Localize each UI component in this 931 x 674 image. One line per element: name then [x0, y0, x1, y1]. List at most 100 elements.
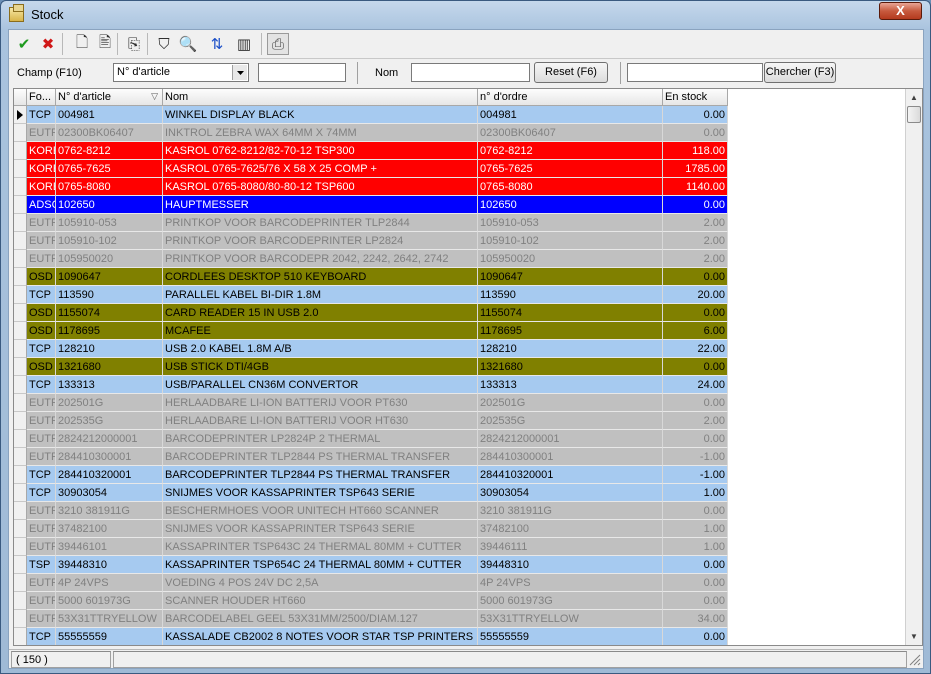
- confirm-button[interactable]: ✔: [13, 33, 35, 55]
- table-cell[interactable]: TCP: [27, 340, 56, 358]
- table-cell[interactable]: 0.00: [663, 628, 728, 645]
- table-cell[interactable]: 1.00: [663, 538, 728, 556]
- table-cell[interactable]: KASSAPRINTER TSP654C 24 THERMAL 80MM + C…: [163, 556, 478, 574]
- table-cell[interactable]: TSP: [27, 556, 56, 574]
- table-cell[interactable]: 0.00: [663, 430, 728, 448]
- row-indicator[interactable]: [14, 610, 27, 628]
- table-cell[interactable]: MCAFEE: [163, 322, 478, 340]
- table-cell[interactable]: USB/PARALLEL CN36M CONVERTOR: [163, 376, 478, 394]
- table-cell[interactable]: EUTR: [27, 430, 56, 448]
- vertical-scrollbar[interactable]: ▲ ▼: [905, 89, 922, 645]
- table-cell[interactable]: BARCODEPRINTER TLP2844 PS THERMAL TRANSF…: [163, 466, 478, 484]
- row-indicator[interactable]: [14, 250, 27, 268]
- table-cell[interactable]: 1178695: [478, 322, 663, 340]
- table-cell[interactable]: PRINTKOP VOOR BARCODEPR 2042, 2242, 2642…: [163, 250, 478, 268]
- table-cell[interactable]: EUTR: [27, 592, 56, 610]
- table-cell[interactable]: TCP: [27, 628, 56, 645]
- table-cell[interactable]: EUTR: [27, 538, 56, 556]
- table-cell[interactable]: 4P 24VPS: [56, 574, 163, 592]
- table-cell[interactable]: 34.00: [663, 610, 728, 628]
- table-cell[interactable]: KORE: [27, 160, 56, 178]
- table-cell[interactable]: 202535G: [478, 412, 663, 430]
- table-cell[interactable]: 105910-102: [56, 232, 163, 250]
- table-cell[interactable]: 105950020: [56, 250, 163, 268]
- table-cell[interactable]: 004981: [56, 106, 163, 124]
- scroll-up-icon[interactable]: ▲: [906, 89, 922, 106]
- table-row[interactable]: EUTR 53X31TTRYELLOW BARCODELABEL GEEL 53X3…: [14, 610, 728, 628]
- table-cell[interactable]: OSD: [27, 322, 56, 340]
- table-row[interactable]: EUTR 202501G HERLAADBARE LI-ION BATTERIJ V…: [14, 394, 728, 412]
- table-cell[interactable]: 0.00: [663, 106, 728, 124]
- table-cell[interactable]: KORE: [27, 142, 56, 160]
- table-row[interactable]: TCP 284410320001 BARCODEPRINTER TLP2844 PS…: [14, 466, 728, 484]
- table-cell[interactable]: 0.00: [663, 196, 728, 214]
- table-cell[interactable]: OSD: [27, 268, 56, 286]
- table-cell[interactable]: 0762-8212: [56, 142, 163, 160]
- table-cell[interactable]: 0.00: [663, 358, 728, 376]
- table-cell[interactable]: 105950020: [478, 250, 663, 268]
- table-cell[interactable]: KASSALADE CB2002 8 NOTES VOOR STAR TSP P…: [163, 628, 478, 645]
- table-cell[interactable]: 3210 381911G: [56, 502, 163, 520]
- table-cell[interactable]: 24.00: [663, 376, 728, 394]
- table-cell[interactable]: HAUPTMESSER: [163, 196, 478, 214]
- table-cell[interactable]: 37482100: [478, 520, 663, 538]
- table-cell[interactable]: 105910-053: [478, 214, 663, 232]
- table-row[interactable]: TCP 128210 USB 2.0 KABEL 1.8M A/B 128210 22.…: [14, 340, 728, 358]
- table-cell[interactable]: 22.00: [663, 340, 728, 358]
- table-cell[interactable]: 0.00: [663, 502, 728, 520]
- table-cell[interactable]: KASROL 0762-8212/82-70-12 TSP300: [163, 142, 478, 160]
- row-indicator[interactable]: [14, 286, 27, 304]
- table-row[interactable]: KORE0765-7625KASROL 0765-7625/76 X 58 X …: [14, 160, 728, 178]
- search-input[interactable]: [627, 63, 763, 82]
- table-cell[interactable]: SNIJMES VOOR KASSAPRINTER TSP643 SERIE: [163, 484, 478, 502]
- table-cell[interactable]: OSD: [27, 304, 56, 322]
- column-header-article[interactable]: N° d'article ▽: [56, 89, 163, 106]
- table-row[interactable]: EUTR 105910-102 PRINTKOP VOOR BARCODEPRINT…: [14, 232, 728, 250]
- table-cell[interactable]: 37482100: [56, 520, 163, 538]
- table-cell[interactable]: 113590: [478, 286, 663, 304]
- table-row[interactable]: TCP 30903054 SNIJMES VOOR KASSAPRINTER TSP…: [14, 484, 728, 502]
- row-indicator[interactable]: [14, 484, 27, 502]
- table-cell[interactable]: TCP: [27, 376, 56, 394]
- table-cell[interactable]: 1155074: [478, 304, 663, 322]
- table-row[interactable]: KORE0765-8080KASROL 0765-8080/80-80-12 T…: [14, 178, 728, 196]
- table-cell[interactable]: 284410300001: [56, 448, 163, 466]
- new-document-button[interactable]: 🗋: [71, 33, 93, 55]
- chercher-button[interactable]: Chercher (F3): [764, 62, 836, 83]
- sort-az-button[interactable]: ⇅: [206, 33, 228, 55]
- filter-funnel-icon[interactable]: ▽: [151, 91, 158, 102]
- row-indicator[interactable]: [14, 448, 27, 466]
- table-cell[interactable]: 30903054: [56, 484, 163, 502]
- table-cell[interactable]: 004981: [478, 106, 663, 124]
- resize-grip-icon[interactable]: [909, 654, 921, 666]
- row-indicator[interactable]: [14, 178, 27, 196]
- table-row[interactable]: ADSC102650HAUPTMESSER1026500.00: [14, 196, 728, 214]
- table-cell[interactable]: 1321680: [478, 358, 663, 376]
- table-row[interactable]: TCP 113590 PARALLEL KABEL BI-DIR 1.8M 11359…: [14, 286, 728, 304]
- table-cell[interactable]: 39446111: [478, 538, 663, 556]
- table-cell[interactable]: 0.00: [663, 268, 728, 286]
- table-cell[interactable]: -1.00: [663, 466, 728, 484]
- table-cell[interactable]: 102650: [56, 196, 163, 214]
- copy-button[interactable]: ⎘: [123, 33, 145, 55]
- table-cell[interactable]: 30903054: [478, 484, 663, 502]
- table-cell[interactable]: 202501G: [478, 394, 663, 412]
- stock-grid[interactable]: Fo... N° d'article ▽ Nom n° d'ordre En stock …: [13, 88, 923, 646]
- row-indicator[interactable]: [14, 592, 27, 610]
- row-indicator[interactable]: [14, 412, 27, 430]
- table-cell[interactable]: 39448310: [56, 556, 163, 574]
- table-row[interactable]: EUTR 02300BK06407 INKTROL ZEBRA WAX 64MM X…: [14, 124, 728, 142]
- nom-input[interactable]: [411, 63, 530, 82]
- table-row[interactable]: EUTR 202535G HERLAADBARE LI-ION BATTERIJ V…: [14, 412, 728, 430]
- table-cell[interactable]: 2824212000001: [478, 430, 663, 448]
- row-indicator[interactable]: [14, 628, 27, 645]
- table-cell[interactable]: 0.00: [663, 574, 728, 592]
- table-cell[interactable]: 20.00: [663, 286, 728, 304]
- table-row[interactable]: OSD 1090647 CORDLEES DESKTOP 510 KEYBOARD 1…: [14, 268, 728, 286]
- table-cell[interactable]: PRINTKOP VOOR BARCODEPRINTER LP2824: [163, 232, 478, 250]
- table-cell[interactable]: 02300BK06407: [478, 124, 663, 142]
- table-cell[interactable]: EUTR: [27, 412, 56, 430]
- table-cell[interactable]: 105910-102: [478, 232, 663, 250]
- row-indicator[interactable]: [14, 502, 27, 520]
- table-cell[interactable]: 202501G: [56, 394, 163, 412]
